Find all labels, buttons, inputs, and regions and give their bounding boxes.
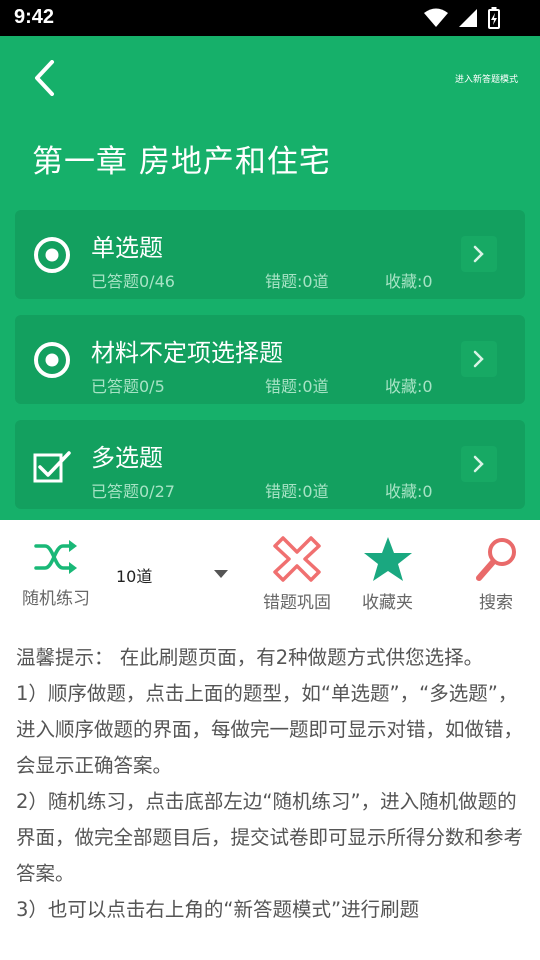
status-icons xyxy=(424,7,500,29)
wrong-count: 错题:0道 xyxy=(265,482,329,501)
card-stats: 已答题0/46 错题:0道 收藏:0 xyxy=(91,268,511,291)
chapter-title: 第一章 房地产和住宅 xyxy=(32,144,331,180)
answered-count: 已答题0/5 xyxy=(91,377,165,396)
status-bar: 9:42 xyxy=(0,0,540,36)
card-title: 材料不定项选择题 xyxy=(91,339,283,367)
tips-random: 2）随机练习，点击底部左边“随机练习”，进入随机做题的界面，做完全部题目后，提交… xyxy=(16,790,524,885)
favorite-count: 收藏:0 xyxy=(385,377,433,396)
card-stats: 已答题0/5 错题:0道 收藏:0 xyxy=(91,373,511,396)
tips-text: 温馨提示： 在此刷题页面，有2种做题方式供您选择。 1）顺序做题，点击上面的题型… xyxy=(16,640,526,928)
card-title: 单选题 xyxy=(91,234,163,262)
card-title: 多选题 xyxy=(91,444,163,472)
checkbox-check-icon xyxy=(33,451,71,483)
battery-icon xyxy=(488,7,500,29)
signal-icon xyxy=(459,9,477,27)
answered-count: 已答题0/46 xyxy=(91,272,175,291)
favorite-count: 收藏:0 xyxy=(385,272,433,291)
card-arrow-button[interactable] xyxy=(461,236,497,272)
tips-new-mode: 3）也可以点击右上角的“新答题模式”进行刷题 xyxy=(16,898,420,921)
question-count-value: 10道 xyxy=(116,567,153,586)
search-icon xyxy=(476,538,516,581)
wrong-review-button[interactable]: 错题巩固 xyxy=(263,536,331,613)
radio-target-icon xyxy=(34,342,70,378)
question-type-card-multiple[interactable]: 多选题 已答题0/27 错题:0道 收藏:0 xyxy=(15,420,525,509)
cross-x-icon xyxy=(273,536,321,582)
tips-sequential: 1）顺序做题，点击上面的题型，如“单选题”，“多选题”，进入顺序做题的界面，每做… xyxy=(16,682,524,777)
chevron-right-icon xyxy=(473,455,484,473)
favorite-count: 收藏:0 xyxy=(385,482,433,501)
random-practice-label: 随机练习 xyxy=(22,589,90,609)
wrong-count: 错题:0道 xyxy=(265,377,329,396)
search-label: 搜索 xyxy=(479,593,513,613)
favorites-label: 收藏夹 xyxy=(362,593,413,613)
answered-count: 已答题0/27 xyxy=(91,482,175,501)
wrong-review-label: 错题巩固 xyxy=(263,593,331,613)
question-count-select[interactable]: 10道 xyxy=(116,560,232,590)
wrong-count: 错题:0道 xyxy=(265,272,329,291)
status-time: 9:42 xyxy=(14,6,55,28)
chevron-right-icon xyxy=(473,245,484,263)
back-button[interactable] xyxy=(24,54,64,102)
card-arrow-button[interactable] xyxy=(461,446,497,482)
favorites-button[interactable]: 收藏夹 xyxy=(362,536,413,613)
tips-intro: 温馨提示： 在此刷题页面，有2种做题方式供您选择。 xyxy=(16,646,484,669)
back-arrow-icon xyxy=(35,60,54,96)
card-arrow-button[interactable] xyxy=(461,341,497,377)
random-practice-button[interactable]: 随机练习 xyxy=(22,536,90,609)
search-button[interactable]: 搜索 xyxy=(474,536,518,613)
card-stats: 已答题0/27 错题:0道 收藏:0 xyxy=(91,478,511,501)
new-answer-mode-link[interactable]: 进入新答题模式 xyxy=(455,72,518,85)
chevron-right-icon xyxy=(473,350,484,368)
radio-target-icon xyxy=(34,237,70,273)
toolbar: 随机练习 10道 错题巩固 收藏夹 搜索 xyxy=(0,520,540,620)
question-type-card-single[interactable]: 单选题 已答题0/46 错题:0道 收藏:0 xyxy=(15,210,525,299)
question-type-card-material[interactable]: 材料不定项选择题 已答题0/5 错题:0道 收藏:0 xyxy=(15,315,525,404)
wifi-icon xyxy=(424,8,448,27)
dropdown-caret-icon xyxy=(214,570,228,578)
shuffle-icon xyxy=(34,540,77,574)
star-icon xyxy=(363,537,412,581)
